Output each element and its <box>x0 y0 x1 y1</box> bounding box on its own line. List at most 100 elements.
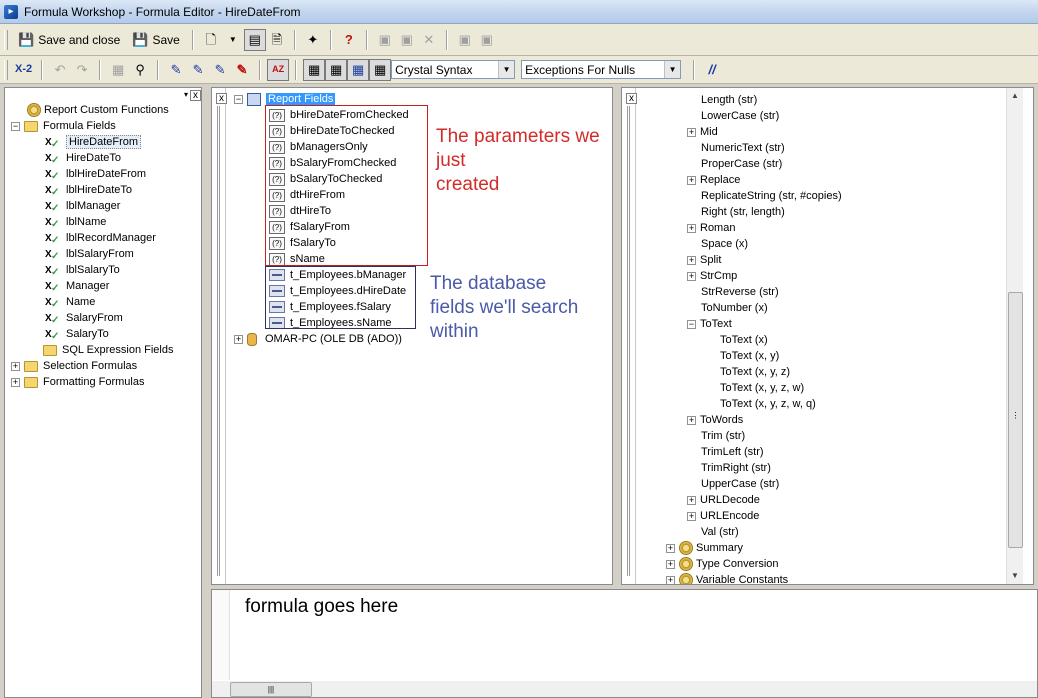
sort-trees-button[interactable]: AZ <box>267 58 290 81</box>
toggle-workshop-tree-button[interactable]: ▦ <box>303 58 326 81</box>
expand-icon[interactable]: + <box>687 175 696 185</box>
check-button[interactable]: X-2 <box>12 59 35 81</box>
toolbar-grip[interactable] <box>4 29 8 50</box>
next-bookmark-button[interactable]: ✎ <box>187 59 209 81</box>
function-tree-scrollbar[interactable]: ▲ ⋮ ▼ <box>1006 88 1023 584</box>
workshop-tree-item[interactable]: Report Custom Functions <box>27 102 169 118</box>
datasource-node[interactable]: + OMAR-PC (OLE DB (ADO)) <box>234 331 402 347</box>
syntax-select[interactable]: Crystal Syntax ▼ <box>391 60 516 79</box>
workshop-tree-item[interactable]: XName <box>45 294 95 310</box>
collapse-icon[interactable]: − <box>11 121 20 131</box>
new-function-button[interactable]: ▣ <box>374 29 396 51</box>
pane-drag-handle[interactable] <box>217 106 220 576</box>
editor-horizontal-scrollbar[interactable]: ||| <box>212 681 1037 697</box>
function-tree-item[interactable]: StrReverse (str) <box>701 284 779 300</box>
workshop-tree-item[interactable]: XSalaryTo <box>45 326 109 342</box>
extract-button[interactable]: ▣ <box>476 29 498 51</box>
redo-button[interactable]: ↷ <box>71 59 93 81</box>
function-tree-item[interactable]: ToText (x, y) <box>720 348 779 364</box>
workshop-tree-item[interactable]: XlblHireDateFrom <box>45 166 146 182</box>
function-tree-item[interactable]: Space (x) <box>701 236 748 252</box>
expand-icon[interactable]: + <box>687 127 696 137</box>
comment-button[interactable]: // <box>701 59 723 81</box>
toggle-operator-tree-button[interactable]: ▦ <box>369 58 392 81</box>
browse-data-button[interactable]: ▦ <box>107 59 129 81</box>
workshop-tree-item[interactable]: XlblSalaryFrom <box>45 246 134 262</box>
function-tree-item[interactable]: TrimLeft (str) <box>701 444 764 460</box>
function-tree-item[interactable]: ReplicateString (str, #copies) <box>701 188 842 204</box>
scrollbar-thumb[interactable]: ||| <box>230 682 312 697</box>
scrollbar-thumb[interactable]: ⋮ <box>1008 292 1023 548</box>
pane-menu-icon[interactable]: ▾ <box>183 89 188 101</box>
workshop-tree-item[interactable]: XSalaryFrom <box>45 310 123 326</box>
expand-icon[interactable]: + <box>687 223 696 233</box>
workshop-tree-item[interactable]: XlblSalaryTo <box>45 262 120 278</box>
workshop-tree-item[interactable]: + Selection Formulas <box>11 358 137 374</box>
workshop-tree-item[interactable]: XlblManager <box>45 198 120 214</box>
expand-icon[interactable]: + <box>666 575 675 584</box>
function-tree-item[interactable]: Right (str, length) <box>701 204 785 220</box>
expand-icon[interactable]: + <box>11 361 20 371</box>
function-tree-item[interactable]: + URLEncode <box>687 508 759 524</box>
function-tree-item[interactable]: ToText (x, y, z) <box>720 364 790 380</box>
function-tree-item[interactable]: ProperCase (str) <box>701 156 782 172</box>
scroll-up-icon[interactable]: ▲ <box>1007 88 1023 104</box>
function-tree-item[interactable]: + Summary <box>666 540 743 556</box>
find-replace-button[interactable]: ⚲ <box>129 59 151 81</box>
vertical-splitter[interactable] <box>204 87 210 698</box>
workshop-tree-item[interactable]: SQL Expression Fields <box>43 342 173 358</box>
expert-button[interactable]: ✦ <box>302 29 324 51</box>
workshop-tree-item[interactable]: + Formatting Formulas <box>11 374 144 390</box>
function-tree-item[interactable]: + Replace <box>687 172 740 188</box>
workshop-tree-item[interactable]: XlblRecordManager <box>45 230 156 246</box>
close-pane-icon[interactable]: x <box>216 93 227 104</box>
expand-icon[interactable]: + <box>666 559 675 569</box>
formula-text-area[interactable]: formula goes here <box>245 596 398 618</box>
function-tree-item[interactable]: ToText (x, y, z, w, q) <box>720 396 816 412</box>
function-tree-item[interactable]: ToText (x, y, z, w) <box>720 380 804 396</box>
close-pane-icon[interactable]: x <box>190 89 201 101</box>
function-tree-item[interactable]: Trim (str) <box>701 428 745 444</box>
function-tree-item[interactable]: Val (str) <box>701 524 739 540</box>
toggle-tree-button[interactable]: ▤ <box>243 28 266 51</box>
workshop-tree-item[interactable]: XManager <box>45 278 109 294</box>
expand-icon[interactable]: + <box>687 255 696 265</box>
workshop-tree-item[interactable]: XlblHireDateTo <box>45 182 132 198</box>
function-tree-item[interactable]: ToText (x) <box>720 332 768 348</box>
function-tree-item[interactable]: + Mid <box>687 124 718 140</box>
pane-drag-handle[interactable] <box>627 106 630 576</box>
function-tree-item[interactable]: + Type Conversion <box>666 556 779 572</box>
workshop-tree-item[interactable]: XHireDateFrom <box>45 134 142 150</box>
function-tree-item[interactable]: + ToWords <box>687 412 743 428</box>
function-tree-item[interactable]: Length (str) <box>701 92 757 108</box>
new-dropdown-button[interactable]: ▼ <box>222 29 244 51</box>
expand-icon[interactable]: + <box>687 511 696 521</box>
expand-icon[interactable]: + <box>234 334 243 344</box>
rename-button[interactable]: ▣ <box>396 29 418 51</box>
null-handling-select[interactable]: Exceptions For Nulls ▼ <box>521 60 682 79</box>
toolbar-grip[interactable] <box>4 59 8 80</box>
function-tree-item[interactable]: + StrCmp <box>687 268 737 284</box>
toggle-field-tree-button[interactable]: ▦ <box>325 58 348 81</box>
workshop-tree-item[interactable]: XHireDateTo <box>45 150 121 166</box>
collapse-icon[interactable]: − <box>687 319 696 329</box>
expand-icon[interactable]: + <box>687 495 696 505</box>
toggle-bookmark-button[interactable]: ✎ <box>165 59 187 81</box>
function-tree-item[interactable]: NumericText (str) <box>701 140 785 156</box>
function-tree-item[interactable]: + Roman <box>687 220 735 236</box>
function-tree-item[interactable]: + URLDecode <box>687 492 760 508</box>
expand-icon[interactable]: + <box>11 377 20 387</box>
expand-icon[interactable]: + <box>687 415 696 425</box>
function-tree-item[interactable]: − ToText <box>687 316 732 332</box>
previous-bookmark-button[interactable]: ✎ <box>209 59 231 81</box>
save-and-close-button[interactable]: 💾 Save and close <box>12 29 126 51</box>
function-tree-item[interactable]: LowerCase (str) <box>701 108 779 124</box>
function-tree-item[interactable]: ToNumber (x) <box>701 300 768 316</box>
properties-button[interactable]: 🗎 <box>266 29 288 51</box>
undo-button[interactable]: ↶ <box>49 59 71 81</box>
scroll-down-icon[interactable]: ▼ <box>1007 568 1023 584</box>
function-tree-item[interactable]: TrimRight (str) <box>701 460 771 476</box>
toggle-function-tree-button[interactable]: ▦ <box>347 58 370 81</box>
workshop-tree-item[interactable]: − Formula Fields <box>11 118 116 134</box>
function-tree-item[interactable]: + Variable Constants <box>666 572 788 584</box>
